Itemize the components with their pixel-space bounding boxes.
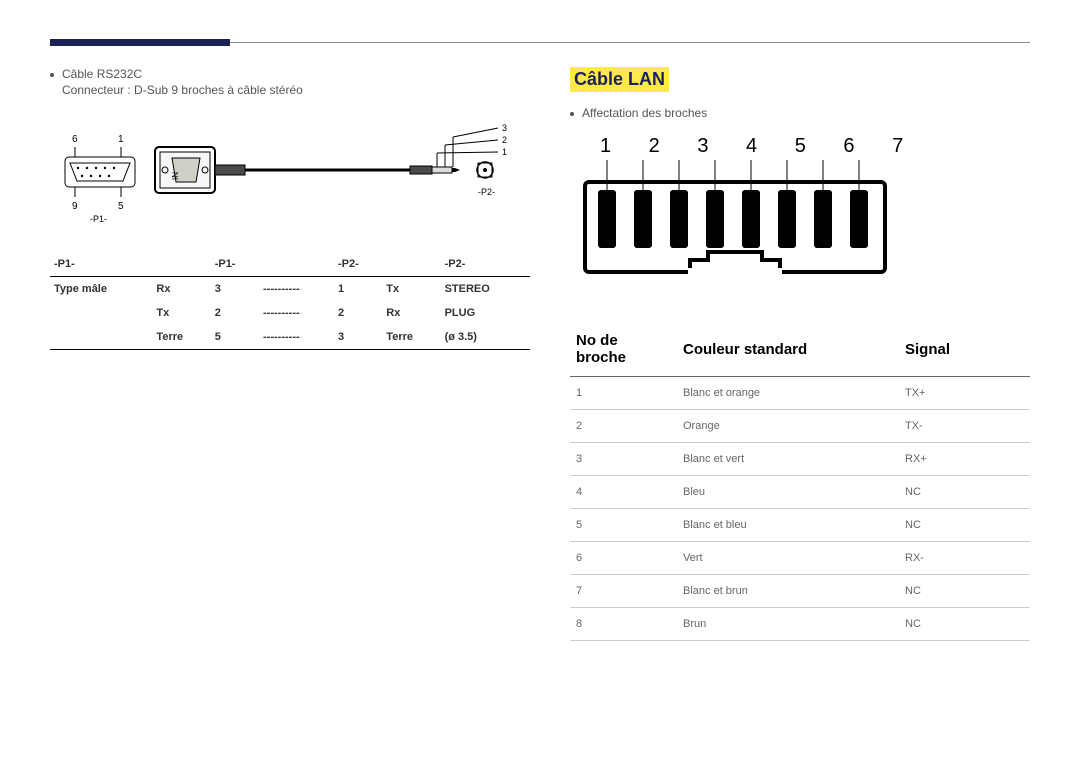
lan-cell: Blanc et vert	[677, 443, 899, 476]
lan-cell: Brun	[677, 608, 899, 641]
rs232-diagram: 6 1 9 5 -P1-	[60, 117, 530, 232]
lan-cell: TX-	[899, 410, 1030, 443]
wiring-cell: 3	[211, 277, 259, 302]
header-rule	[50, 42, 1030, 43]
bullet-icon	[570, 112, 574, 116]
lan-cell: NC	[899, 608, 1030, 641]
rs232-label: Câble RS232C	[62, 67, 142, 81]
wiring-cell: Tx	[382, 277, 440, 302]
pin6-label: 6	[72, 134, 78, 145]
wiring-header: -P1-	[50, 252, 152, 277]
lan-cell: 6	[570, 542, 677, 575]
lan-pin-numbers: 1 2 3 4 5 6 7 8	[600, 135, 920, 157]
wiring-header: -P1-	[211, 252, 259, 277]
lan-section-title: Câble LAN	[570, 67, 669, 92]
wiring-cell: 2	[211, 301, 259, 325]
lan-th-signal: Signal	[899, 322, 1030, 377]
wiring-cell: 5	[211, 325, 259, 350]
lan-cell: Blanc et brun	[677, 575, 899, 608]
wiring-cell: (ø 3.5)	[441, 325, 530, 350]
lan-cell: NC	[899, 476, 1030, 509]
wiring-cell: STEREO	[441, 277, 530, 302]
lan-cell: 7	[570, 575, 677, 608]
lan-cell: 8	[570, 608, 677, 641]
rs232-connector-note: Connecteur : D-Sub 9 broches à câble sté…	[62, 83, 530, 97]
pin1-label: 1	[118, 134, 124, 145]
wiring-cell: ----------	[259, 301, 334, 325]
lan-rj45-diagram: 1 2 3 4 5 6 7 8	[580, 132, 1030, 297]
wiring-cell: 3	[334, 325, 382, 350]
lan-cell: 2	[570, 410, 677, 443]
lan-cell: Vert	[677, 542, 899, 575]
rs232-wiring-table: -P1- -P1- -P2- -P2- Type mâle Rx 3 --	[50, 252, 530, 350]
stereo-pin3: 3	[502, 123, 507, 133]
stereo-pin1: 1	[502, 147, 507, 157]
p2-label: -P2-	[478, 187, 495, 197]
type-male: Type mâle	[50, 277, 152, 302]
bullet-icon	[50, 73, 54, 77]
wiring-cell: 1	[334, 277, 382, 302]
lan-cell: TX+	[899, 377, 1030, 410]
wiring-header: -P2-	[334, 252, 382, 277]
stereo-pin2: 2	[502, 135, 507, 145]
wiring-cell: Tx	[152, 301, 210, 325]
lan-cell: 5	[570, 509, 677, 542]
lan-cell: RX+	[899, 443, 1030, 476]
wiring-cell: ----------	[259, 277, 334, 302]
lan-cell: Blanc et bleu	[677, 509, 899, 542]
wiring-cell: Terre	[152, 325, 210, 350]
pin5-label: 5	[118, 201, 124, 212]
lan-cell: 1	[570, 377, 677, 410]
lan-pin-table: No de broche Couleur standard Signal 1Bl…	[570, 322, 1030, 641]
svg-text:IN: IN	[171, 172, 180, 180]
lan-cell: Blanc et orange	[677, 377, 899, 410]
lan-cell: RX-	[899, 542, 1030, 575]
wiring-cell: Rx	[382, 301, 440, 325]
lan-cell: NC	[899, 509, 1030, 542]
lan-th-color: Couleur standard	[677, 322, 899, 377]
p1-label: -P1-	[90, 214, 107, 224]
pin9-label: 9	[72, 201, 78, 212]
wiring-cell: 2	[334, 301, 382, 325]
lan-cell: Bleu	[677, 476, 899, 509]
wiring-cell: Rx	[152, 277, 210, 302]
lan-cell: NC	[899, 575, 1030, 608]
lan-cell: 4	[570, 476, 677, 509]
lan-cell: 3	[570, 443, 677, 476]
lan-cell: Orange	[677, 410, 899, 443]
wiring-header: -P2-	[441, 252, 530, 277]
wiring-cell: Terre	[382, 325, 440, 350]
lan-th-pin: No de broche	[570, 322, 677, 377]
wiring-cell: PLUG	[441, 301, 530, 325]
lan-pin-assignment-label: Affectation des broches	[582, 106, 707, 120]
wiring-cell: ----------	[259, 325, 334, 350]
